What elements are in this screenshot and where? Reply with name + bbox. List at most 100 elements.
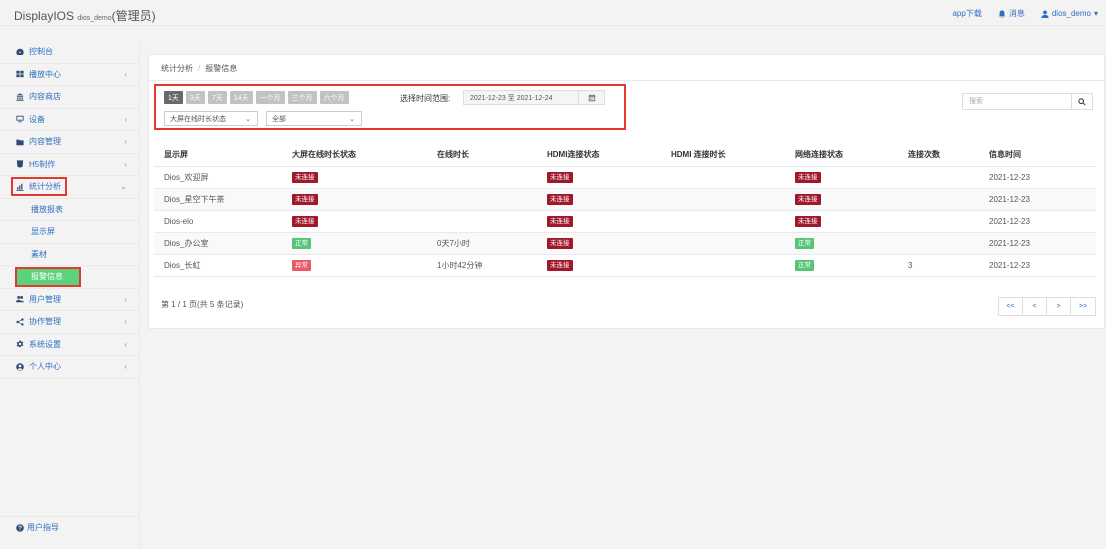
first-page-button[interactable]: << xyxy=(999,298,1023,315)
cell-connection-count xyxy=(908,232,989,255)
sidebar-item-label: 系统设置 xyxy=(29,339,61,349)
cell-info-time: 2021-12-23 xyxy=(989,254,1096,277)
sidebar-item-h5-maker[interactable]: H5制作 ‹ xyxy=(0,154,139,176)
sidebar-subitem-material[interactable]: 素材 xyxy=(0,244,139,266)
calendar-icon[interactable] xyxy=(578,91,604,104)
last-page-button[interactable]: >> xyxy=(1071,298,1095,315)
sidebar-item-system-settings[interactable]: 系统设置 ‹ xyxy=(0,334,139,356)
column-header[interactable]: 显示屏 xyxy=(154,144,292,167)
users-icon xyxy=(16,295,26,303)
sidebar-subitem-alarm-info[interactable]: 报警信息 xyxy=(0,266,139,289)
prev-page-button[interactable]: < xyxy=(1023,298,1047,315)
sidebar-user-guide[interactable]: 用户指导 xyxy=(0,516,140,538)
sidebar-item-label: 内容商店 xyxy=(29,92,61,102)
range-button-1-day[interactable]: 1天 xyxy=(164,91,183,104)
column-header[interactable]: HDMI连接状态 xyxy=(547,144,671,167)
user-menu[interactable]: dios_demo ▾ xyxy=(1041,9,1098,18)
table-row[interactable]: Dios_星空下午茶 未连接 未连接 未连接 2021-12-23 xyxy=(154,188,1096,211)
sidebar-subitem-display-screen[interactable]: 显示屏 xyxy=(0,221,139,244)
next-page-button[interactable]: > xyxy=(1047,298,1071,315)
chevron-left-icon: ‹ xyxy=(124,114,127,124)
table-row[interactable]: Dios_长虹 异常 1小时42分钟 未连接 正常 3 2021-12-23 xyxy=(154,254,1096,277)
app-download-link[interactable]: app下载 xyxy=(952,8,981,19)
cell-online-status: 异常 xyxy=(292,254,437,277)
table-row[interactable]: Dios-elo 未连接 未连接 未连接 2021-12-23 xyxy=(154,210,1096,233)
sidebar-item-dashboard[interactable]: 控制台 xyxy=(0,41,139,64)
table-row[interactable]: Dios_欢迎屏 未连接 未连接 未连接 2021-12-23 xyxy=(154,166,1096,189)
online-status-select[interactable]: 大屏在线时长状态 ⌄ xyxy=(164,111,258,126)
status-filter-select[interactable]: 全部 ⌄ xyxy=(266,111,362,126)
grid-icon xyxy=(16,70,26,78)
table-row[interactable]: Dios_办公室 正常 0天7小时 未连接 正常 2021-12-23 xyxy=(154,232,1096,255)
status-badge: 未连接 xyxy=(795,193,821,205)
range-button-14-days[interactable]: 14天 xyxy=(229,91,253,104)
range-button-6-months[interactable]: 六个月 xyxy=(319,91,349,104)
pagination: << < > >> xyxy=(998,297,1096,316)
breadcrumb-parent[interactable]: 统计分析 xyxy=(161,64,193,73)
sidebar-item-content-management[interactable]: 内容管理 ‹ xyxy=(0,131,139,154)
status-badge: 未连接 xyxy=(795,215,821,227)
cell-hdmi-duration xyxy=(671,166,795,189)
cell-hdmi-status: 未连接 xyxy=(547,166,671,189)
app-brand[interactable]: DisplayIOS dios_demo(管理员) xyxy=(14,7,156,24)
sidebar-item-content-store[interactable]: 内容商店 xyxy=(0,86,139,109)
range-button-3-months[interactable]: 三个月 xyxy=(287,91,317,104)
chart-icon xyxy=(16,183,26,191)
store-icon xyxy=(16,93,26,101)
column-header[interactable]: 大屏在线时长状态 xyxy=(292,144,437,167)
breadcrumb: 统计分析 / 报警信息 xyxy=(161,63,237,74)
cell-online-status: 未连接 xyxy=(292,210,437,233)
cell-hdmi-duration xyxy=(671,188,795,211)
status-badge: 正常 xyxy=(292,237,311,249)
sidebar-item-devices[interactable]: 设备 ‹ xyxy=(0,109,139,131)
status-badge: 正常 xyxy=(795,259,814,271)
chevron-down-icon: ⌄ xyxy=(349,116,355,123)
cell-hdmi-duration xyxy=(671,232,795,255)
sidebar: 控制台 播放中心 ‹ 内容商店 设备 ‹ 内容管理 ‹ H5制作 ‹ 统计分析 … xyxy=(0,41,140,549)
chevron-down-icon: ⌄ xyxy=(120,182,127,191)
sidebar-item-personal-center[interactable]: 个人中心 ‹ xyxy=(0,356,139,379)
search-input[interactable] xyxy=(963,94,1071,109)
sidebar-item-label: 协作管理 xyxy=(29,317,61,327)
chevron-left-icon: ‹ xyxy=(124,137,127,146)
chevron-left-icon: ‹ xyxy=(124,362,127,371)
help-icon xyxy=(16,523,24,532)
cell-info-time: 2021-12-23 xyxy=(989,188,1096,211)
bell-icon xyxy=(998,9,1006,18)
chevron-down-icon: ▾ xyxy=(1093,9,1098,18)
main-panel: 统计分析 / 报警信息 1天 3天 7天 14天 一个月 三个月 六个月 选择时间范… xyxy=(148,54,1105,329)
cell-network-status: 正常 xyxy=(795,232,908,255)
range-button-1-month[interactable]: 一个月 xyxy=(255,91,285,104)
search-button[interactable] xyxy=(1071,94,1092,109)
date-range-input[interactable]: 2021-12-23 至 2021-12-24 xyxy=(463,90,605,105)
column-header[interactable]: 在线时长 xyxy=(437,144,547,167)
sidebar-subitem-label: 素材 xyxy=(31,249,47,259)
status-badge: 未连接 xyxy=(292,193,318,205)
column-header[interactable]: 网络连接状态 xyxy=(795,144,908,167)
range-button-7-days[interactable]: 7天 xyxy=(207,91,227,104)
time-range-label: 选择时间范围: xyxy=(400,94,451,103)
sidebar-item-label: 播放中心 xyxy=(29,69,61,79)
column-header[interactable]: 信息时间 xyxy=(989,144,1096,167)
range-button-3-days[interactable]: 3天 xyxy=(185,91,205,104)
status-badge: 未连接 xyxy=(547,237,573,249)
chevron-down-icon: ⌄ xyxy=(245,116,251,123)
sidebar-subitem-playback-report[interactable]: 播放报表 xyxy=(0,199,139,221)
column-header[interactable]: 连接次数 xyxy=(908,144,989,167)
breadcrumb-current: 报警信息 xyxy=(205,64,238,73)
cell-online-status: 未连接 xyxy=(292,188,437,211)
sidebar-item-playback-center[interactable]: 播放中心 ‹ xyxy=(0,64,139,86)
column-header[interactable]: HDMI 连接时长 xyxy=(671,144,795,167)
user-menu-label: dios_demo xyxy=(1051,9,1091,18)
cell-info-time: 2021-12-23 xyxy=(989,210,1096,233)
cell-online-duration xyxy=(437,210,547,233)
sidebar-item-statistics[interactable]: 统计分析 ⌄ xyxy=(0,176,139,199)
sidebar-item-collaboration[interactable]: 协作管理 ‹ xyxy=(0,311,139,334)
cell-network-status: 未连接 xyxy=(795,166,908,189)
status-badge: 未连接 xyxy=(547,215,573,227)
cell-connection-count xyxy=(908,210,989,233)
cell-hdmi-status: 未连接 xyxy=(547,232,671,255)
messages-link[interactable]: 消息 xyxy=(998,8,1025,19)
sidebar-item-user-management[interactable]: 用户管理 ‹ xyxy=(0,289,139,311)
pagination-info: 第 1 / 1 页(共 5 条记录) xyxy=(161,300,244,309)
